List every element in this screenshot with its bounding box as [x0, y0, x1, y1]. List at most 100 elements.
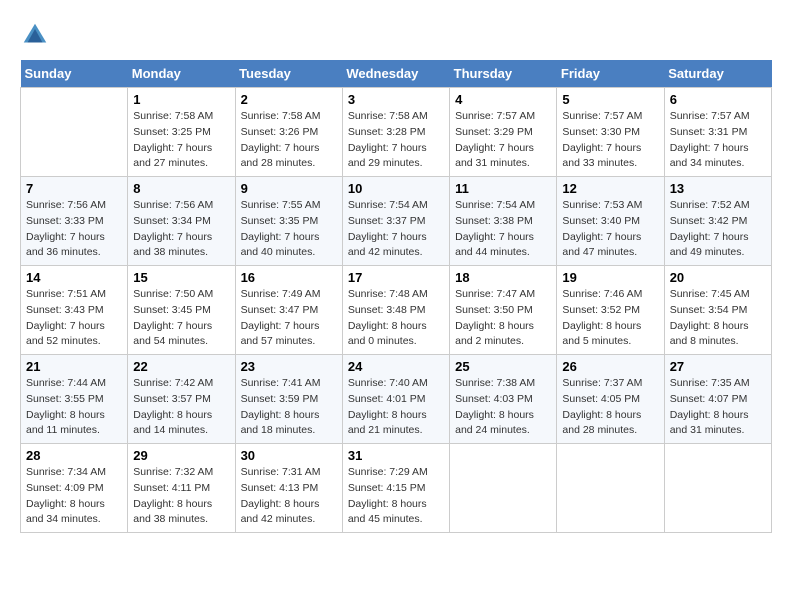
cell-info: Sunrise: 7:49 AM Sunset: 3:47 PM Dayligh…	[241, 287, 337, 350]
daylight-label: Daylight: 8 hours and 8 minutes.	[670, 320, 749, 348]
sunrise-label: Sunrise: 7:45 AM	[670, 288, 750, 300]
sunset-label: Sunset: 3:35 PM	[241, 215, 319, 227]
day-number: 5	[562, 92, 658, 107]
sunrise-label: Sunrise: 7:41 AM	[241, 377, 321, 389]
day-number: 18	[455, 270, 551, 285]
sunrise-label: Sunrise: 7:47 AM	[455, 288, 535, 300]
calendar-table: SundayMondayTuesdayWednesdayThursdayFrid…	[20, 60, 772, 533]
cell-info: Sunrise: 7:57 AM Sunset: 3:29 PM Dayligh…	[455, 109, 551, 172]
day-number: 1	[133, 92, 229, 107]
cell-info: Sunrise: 7:58 AM Sunset: 3:25 PM Dayligh…	[133, 109, 229, 172]
sunset-label: Sunset: 3:33 PM	[26, 215, 104, 227]
weekday-header: Tuesday	[235, 60, 342, 88]
sunrise-label: Sunrise: 7:40 AM	[348, 377, 428, 389]
calendar-cell	[450, 444, 557, 533]
daylight-label: Daylight: 8 hours and 45 minutes.	[348, 498, 427, 526]
cell-info: Sunrise: 7:38 AM Sunset: 4:03 PM Dayligh…	[455, 376, 551, 439]
calendar-cell: 23 Sunrise: 7:41 AM Sunset: 3:59 PM Dayl…	[235, 355, 342, 444]
sunset-label: Sunset: 3:38 PM	[455, 215, 533, 227]
cell-info: Sunrise: 7:37 AM Sunset: 4:05 PM Dayligh…	[562, 376, 658, 439]
cell-info: Sunrise: 7:32 AM Sunset: 4:11 PM Dayligh…	[133, 465, 229, 528]
cell-info: Sunrise: 7:31 AM Sunset: 4:13 PM Dayligh…	[241, 465, 337, 528]
sunrise-label: Sunrise: 7:54 AM	[455, 199, 535, 211]
daylight-label: Daylight: 8 hours and 5 minutes.	[562, 320, 641, 348]
sunrise-label: Sunrise: 7:56 AM	[133, 199, 213, 211]
cell-info: Sunrise: 7:54 AM Sunset: 3:38 PM Dayligh…	[455, 198, 551, 261]
daylight-label: Daylight: 7 hours and 57 minutes.	[241, 320, 320, 348]
day-number: 13	[670, 181, 766, 196]
weekday-header: Friday	[557, 60, 664, 88]
calendar-cell: 28 Sunrise: 7:34 AM Sunset: 4:09 PM Dayl…	[21, 444, 128, 533]
cell-info: Sunrise: 7:54 AM Sunset: 3:37 PM Dayligh…	[348, 198, 444, 261]
weekday-header: Monday	[128, 60, 235, 88]
cell-info: Sunrise: 7:53 AM Sunset: 3:40 PM Dayligh…	[562, 198, 658, 261]
daylight-label: Daylight: 7 hours and 34 minutes.	[670, 142, 749, 170]
sunset-label: Sunset: 3:59 PM	[241, 393, 319, 405]
sunset-label: Sunset: 4:11 PM	[133, 482, 210, 494]
calendar-cell	[21, 88, 128, 177]
sunset-label: Sunset: 4:01 PM	[348, 393, 426, 405]
calendar-week-row: 21 Sunrise: 7:44 AM Sunset: 3:55 PM Dayl…	[21, 355, 772, 444]
sunset-label: Sunset: 4:05 PM	[562, 393, 640, 405]
calendar-cell: 20 Sunrise: 7:45 AM Sunset: 3:54 PM Dayl…	[664, 266, 771, 355]
calendar-cell: 22 Sunrise: 7:42 AM Sunset: 3:57 PM Dayl…	[128, 355, 235, 444]
calendar-cell: 8 Sunrise: 7:56 AM Sunset: 3:34 PM Dayli…	[128, 177, 235, 266]
calendar-cell: 16 Sunrise: 7:49 AM Sunset: 3:47 PM Dayl…	[235, 266, 342, 355]
sunset-label: Sunset: 3:26 PM	[241, 126, 319, 138]
cell-info: Sunrise: 7:50 AM Sunset: 3:45 PM Dayligh…	[133, 287, 229, 350]
sunrise-label: Sunrise: 7:55 AM	[241, 199, 321, 211]
sunrise-label: Sunrise: 7:48 AM	[348, 288, 428, 300]
sunset-label: Sunset: 3:31 PM	[670, 126, 748, 138]
sunrise-label: Sunrise: 7:31 AM	[241, 466, 321, 478]
day-number: 14	[26, 270, 122, 285]
sunset-label: Sunset: 3:47 PM	[241, 304, 319, 316]
sunrise-label: Sunrise: 7:34 AM	[26, 466, 106, 478]
cell-info: Sunrise: 7:55 AM Sunset: 3:35 PM Dayligh…	[241, 198, 337, 261]
sunrise-label: Sunrise: 7:32 AM	[133, 466, 213, 478]
daylight-label: Daylight: 7 hours and 29 minutes.	[348, 142, 427, 170]
day-number: 19	[562, 270, 658, 285]
sunrise-label: Sunrise: 7:49 AM	[241, 288, 321, 300]
cell-info: Sunrise: 7:58 AM Sunset: 3:26 PM Dayligh…	[241, 109, 337, 172]
day-number: 7	[26, 181, 122, 196]
sunset-label: Sunset: 3:42 PM	[670, 215, 748, 227]
sunrise-label: Sunrise: 7:54 AM	[348, 199, 428, 211]
calendar-cell: 27 Sunrise: 7:35 AM Sunset: 4:07 PM Dayl…	[664, 355, 771, 444]
day-number: 3	[348, 92, 444, 107]
calendar-week-row: 7 Sunrise: 7:56 AM Sunset: 3:33 PM Dayli…	[21, 177, 772, 266]
sunrise-label: Sunrise: 7:52 AM	[670, 199, 750, 211]
calendar-cell: 11 Sunrise: 7:54 AM Sunset: 3:38 PM Dayl…	[450, 177, 557, 266]
daylight-label: Daylight: 8 hours and 14 minutes.	[133, 409, 212, 437]
daylight-label: Daylight: 8 hours and 38 minutes.	[133, 498, 212, 526]
sunrise-label: Sunrise: 7:46 AM	[562, 288, 642, 300]
day-number: 11	[455, 181, 551, 196]
daylight-label: Daylight: 7 hours and 49 minutes.	[670, 231, 749, 259]
daylight-label: Daylight: 7 hours and 40 minutes.	[241, 231, 320, 259]
daylight-label: Daylight: 8 hours and 31 minutes.	[670, 409, 749, 437]
cell-info: Sunrise: 7:42 AM Sunset: 3:57 PM Dayligh…	[133, 376, 229, 439]
daylight-label: Daylight: 7 hours and 42 minutes.	[348, 231, 427, 259]
cell-info: Sunrise: 7:40 AM Sunset: 4:01 PM Dayligh…	[348, 376, 444, 439]
cell-info: Sunrise: 7:29 AM Sunset: 4:15 PM Dayligh…	[348, 465, 444, 528]
calendar-cell: 2 Sunrise: 7:58 AM Sunset: 3:26 PM Dayli…	[235, 88, 342, 177]
sunset-label: Sunset: 4:03 PM	[455, 393, 533, 405]
cell-info: Sunrise: 7:58 AM Sunset: 3:28 PM Dayligh…	[348, 109, 444, 172]
daylight-label: Daylight: 7 hours and 33 minutes.	[562, 142, 641, 170]
weekday-header: Sunday	[21, 60, 128, 88]
calendar-cell: 14 Sunrise: 7:51 AM Sunset: 3:43 PM Dayl…	[21, 266, 128, 355]
daylight-label: Daylight: 8 hours and 2 minutes.	[455, 320, 534, 348]
cell-info: Sunrise: 7:57 AM Sunset: 3:30 PM Dayligh…	[562, 109, 658, 172]
daylight-label: Daylight: 7 hours and 38 minutes.	[133, 231, 212, 259]
sunset-label: Sunset: 3:34 PM	[133, 215, 211, 227]
sunrise-label: Sunrise: 7:44 AM	[26, 377, 106, 389]
calendar-cell: 1 Sunrise: 7:58 AM Sunset: 3:25 PM Dayli…	[128, 88, 235, 177]
sunrise-label: Sunrise: 7:38 AM	[455, 377, 535, 389]
sunset-label: Sunset: 3:57 PM	[133, 393, 211, 405]
day-number: 9	[241, 181, 337, 196]
calendar-header-row: SundayMondayTuesdayWednesdayThursdayFrid…	[21, 60, 772, 88]
day-number: 2	[241, 92, 337, 107]
cell-info: Sunrise: 7:52 AM Sunset: 3:42 PM Dayligh…	[670, 198, 766, 261]
day-number: 23	[241, 359, 337, 374]
cell-info: Sunrise: 7:44 AM Sunset: 3:55 PM Dayligh…	[26, 376, 122, 439]
sunrise-label: Sunrise: 7:42 AM	[133, 377, 213, 389]
